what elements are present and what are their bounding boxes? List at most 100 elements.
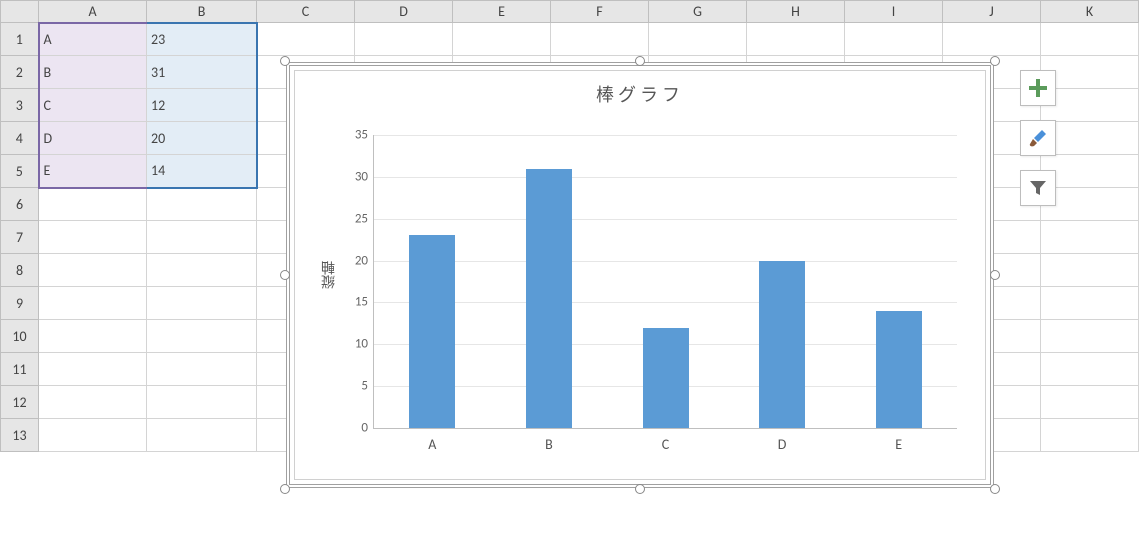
cell-K11[interactable] [1041,353,1139,386]
cell-B3[interactable]: 12 [147,89,257,122]
col-header-D[interactable]: D [355,1,453,23]
x-tick-label: C [662,436,669,453]
col-header-C[interactable]: C [257,1,355,23]
cell-B2[interactable]: 31 [147,56,257,89]
resize-handle-bl[interactable] [280,484,290,494]
x-tick-label: E [895,436,902,453]
cell-E1[interactable] [453,23,551,56]
row-header-2[interactable]: 2 [1,56,39,89]
cell-A1[interactable]: A [39,23,147,56]
col-header-I[interactable]: I [845,1,943,23]
row-header-7[interactable]: 7 [1,221,39,254]
chart-gridline [374,135,957,136]
resize-handle-tm[interactable] [635,56,645,66]
resize-handle-ml[interactable] [280,270,290,280]
cell-B10[interactable] [147,320,257,353]
chart-bar[interactable] [759,261,805,428]
cell-J1[interactable] [943,23,1041,56]
col-header-E[interactable]: E [453,1,551,23]
cell-B8[interactable] [147,254,257,287]
cell-A9[interactable] [39,287,147,320]
row-header-3[interactable]: 3 [1,89,39,122]
col-header-J[interactable]: J [943,1,1041,23]
row-header-4[interactable]: 4 [1,122,39,155]
cell-K9[interactable] [1041,287,1139,320]
y-tick-label: 5 [344,379,368,394]
col-header-G[interactable]: G [649,1,747,23]
cell-C1[interactable] [257,23,355,56]
cell-D1[interactable] [355,23,453,56]
cell-B11[interactable] [147,353,257,386]
cell-A8[interactable] [39,254,147,287]
chart-gridline [374,177,957,178]
cell-A10[interactable] [39,320,147,353]
chart-area[interactable]: 棒グラフ 縦軸 05101520253035ABCDE [294,70,986,480]
chart-plot-area[interactable]: 05101520253035ABCDE [373,135,957,429]
cell-B5[interactable]: 14 [147,155,257,188]
resize-handle-mr[interactable] [990,270,1000,280]
y-tick-label: 35 [344,128,368,143]
y-tick-label: 0 [344,421,368,436]
row-header-8[interactable]: 8 [1,254,39,287]
resize-handle-br[interactable] [990,484,1000,494]
y-tick-label: 20 [344,253,368,268]
funnel-icon [1029,179,1047,197]
cell-A5[interactable]: E [39,155,147,188]
resize-handle-tr[interactable] [990,56,1000,66]
cell-H1[interactable] [747,23,845,56]
row-header-11[interactable]: 11 [1,353,39,386]
cell-B7[interactable] [147,221,257,254]
cell-K7[interactable] [1041,221,1139,254]
cell-A3[interactable]: C [39,89,147,122]
cell-A7[interactable] [39,221,147,254]
cell-B9[interactable] [147,287,257,320]
cell-A2[interactable]: B [39,56,147,89]
resize-handle-tl[interactable] [280,56,290,66]
col-header-K[interactable]: K [1041,1,1139,23]
chart-styles-button[interactable] [1020,120,1056,156]
cell-A11[interactable] [39,353,147,386]
cell-A12[interactable] [39,386,147,419]
cell-B1[interactable]: 23 [147,23,257,56]
cell-G1[interactable] [649,23,747,56]
cell-B13[interactable] [147,419,257,452]
row-header-10[interactable]: 10 [1,320,39,353]
col-header-A[interactable]: A [39,1,147,23]
cell-B6[interactable] [147,188,257,221]
resize-handle-bm[interactable] [635,484,645,494]
cell-K13[interactable] [1041,419,1139,452]
chart-bar[interactable] [526,169,572,429]
cell-K8[interactable] [1041,254,1139,287]
row-header-12[interactable]: 12 [1,386,39,419]
chart-bar[interactable] [643,328,689,428]
cell-K12[interactable] [1041,386,1139,419]
y-axis-label[interactable]: 縦軸 [319,261,339,289]
y-tick-label: 25 [344,211,368,226]
cell-A6[interactable] [39,188,147,221]
row-header-1[interactable]: 1 [1,23,39,56]
row-header-5[interactable]: 5 [1,155,39,188]
plus-icon [1029,79,1047,97]
cell-A13[interactable] [39,419,147,452]
chart-elements-button[interactable] [1020,70,1056,106]
cell-K1[interactable] [1041,23,1139,56]
chart-object[interactable]: 棒グラフ 縦軸 05101520253035ABCDE [280,56,1000,494]
row-header-6[interactable]: 6 [1,188,39,221]
y-tick-label: 30 [344,169,368,184]
row-header-9[interactable]: 9 [1,287,39,320]
cell-F1[interactable] [551,23,649,56]
cell-B12[interactable] [147,386,257,419]
select-all-corner[interactable] [1,1,39,23]
cell-K10[interactable] [1041,320,1139,353]
cell-B4[interactable]: 20 [147,122,257,155]
row-header-13[interactable]: 13 [1,419,39,452]
col-header-F[interactable]: F [551,1,649,23]
chart-bar[interactable] [876,311,922,428]
chart-bar[interactable] [409,235,455,428]
chart-title[interactable]: 棒グラフ [295,81,985,107]
chart-filters-button[interactable] [1020,170,1056,206]
cell-A4[interactable]: D [39,122,147,155]
cell-I1[interactable] [845,23,943,56]
col-header-H[interactable]: H [747,1,845,23]
col-header-B[interactable]: B [147,1,257,23]
